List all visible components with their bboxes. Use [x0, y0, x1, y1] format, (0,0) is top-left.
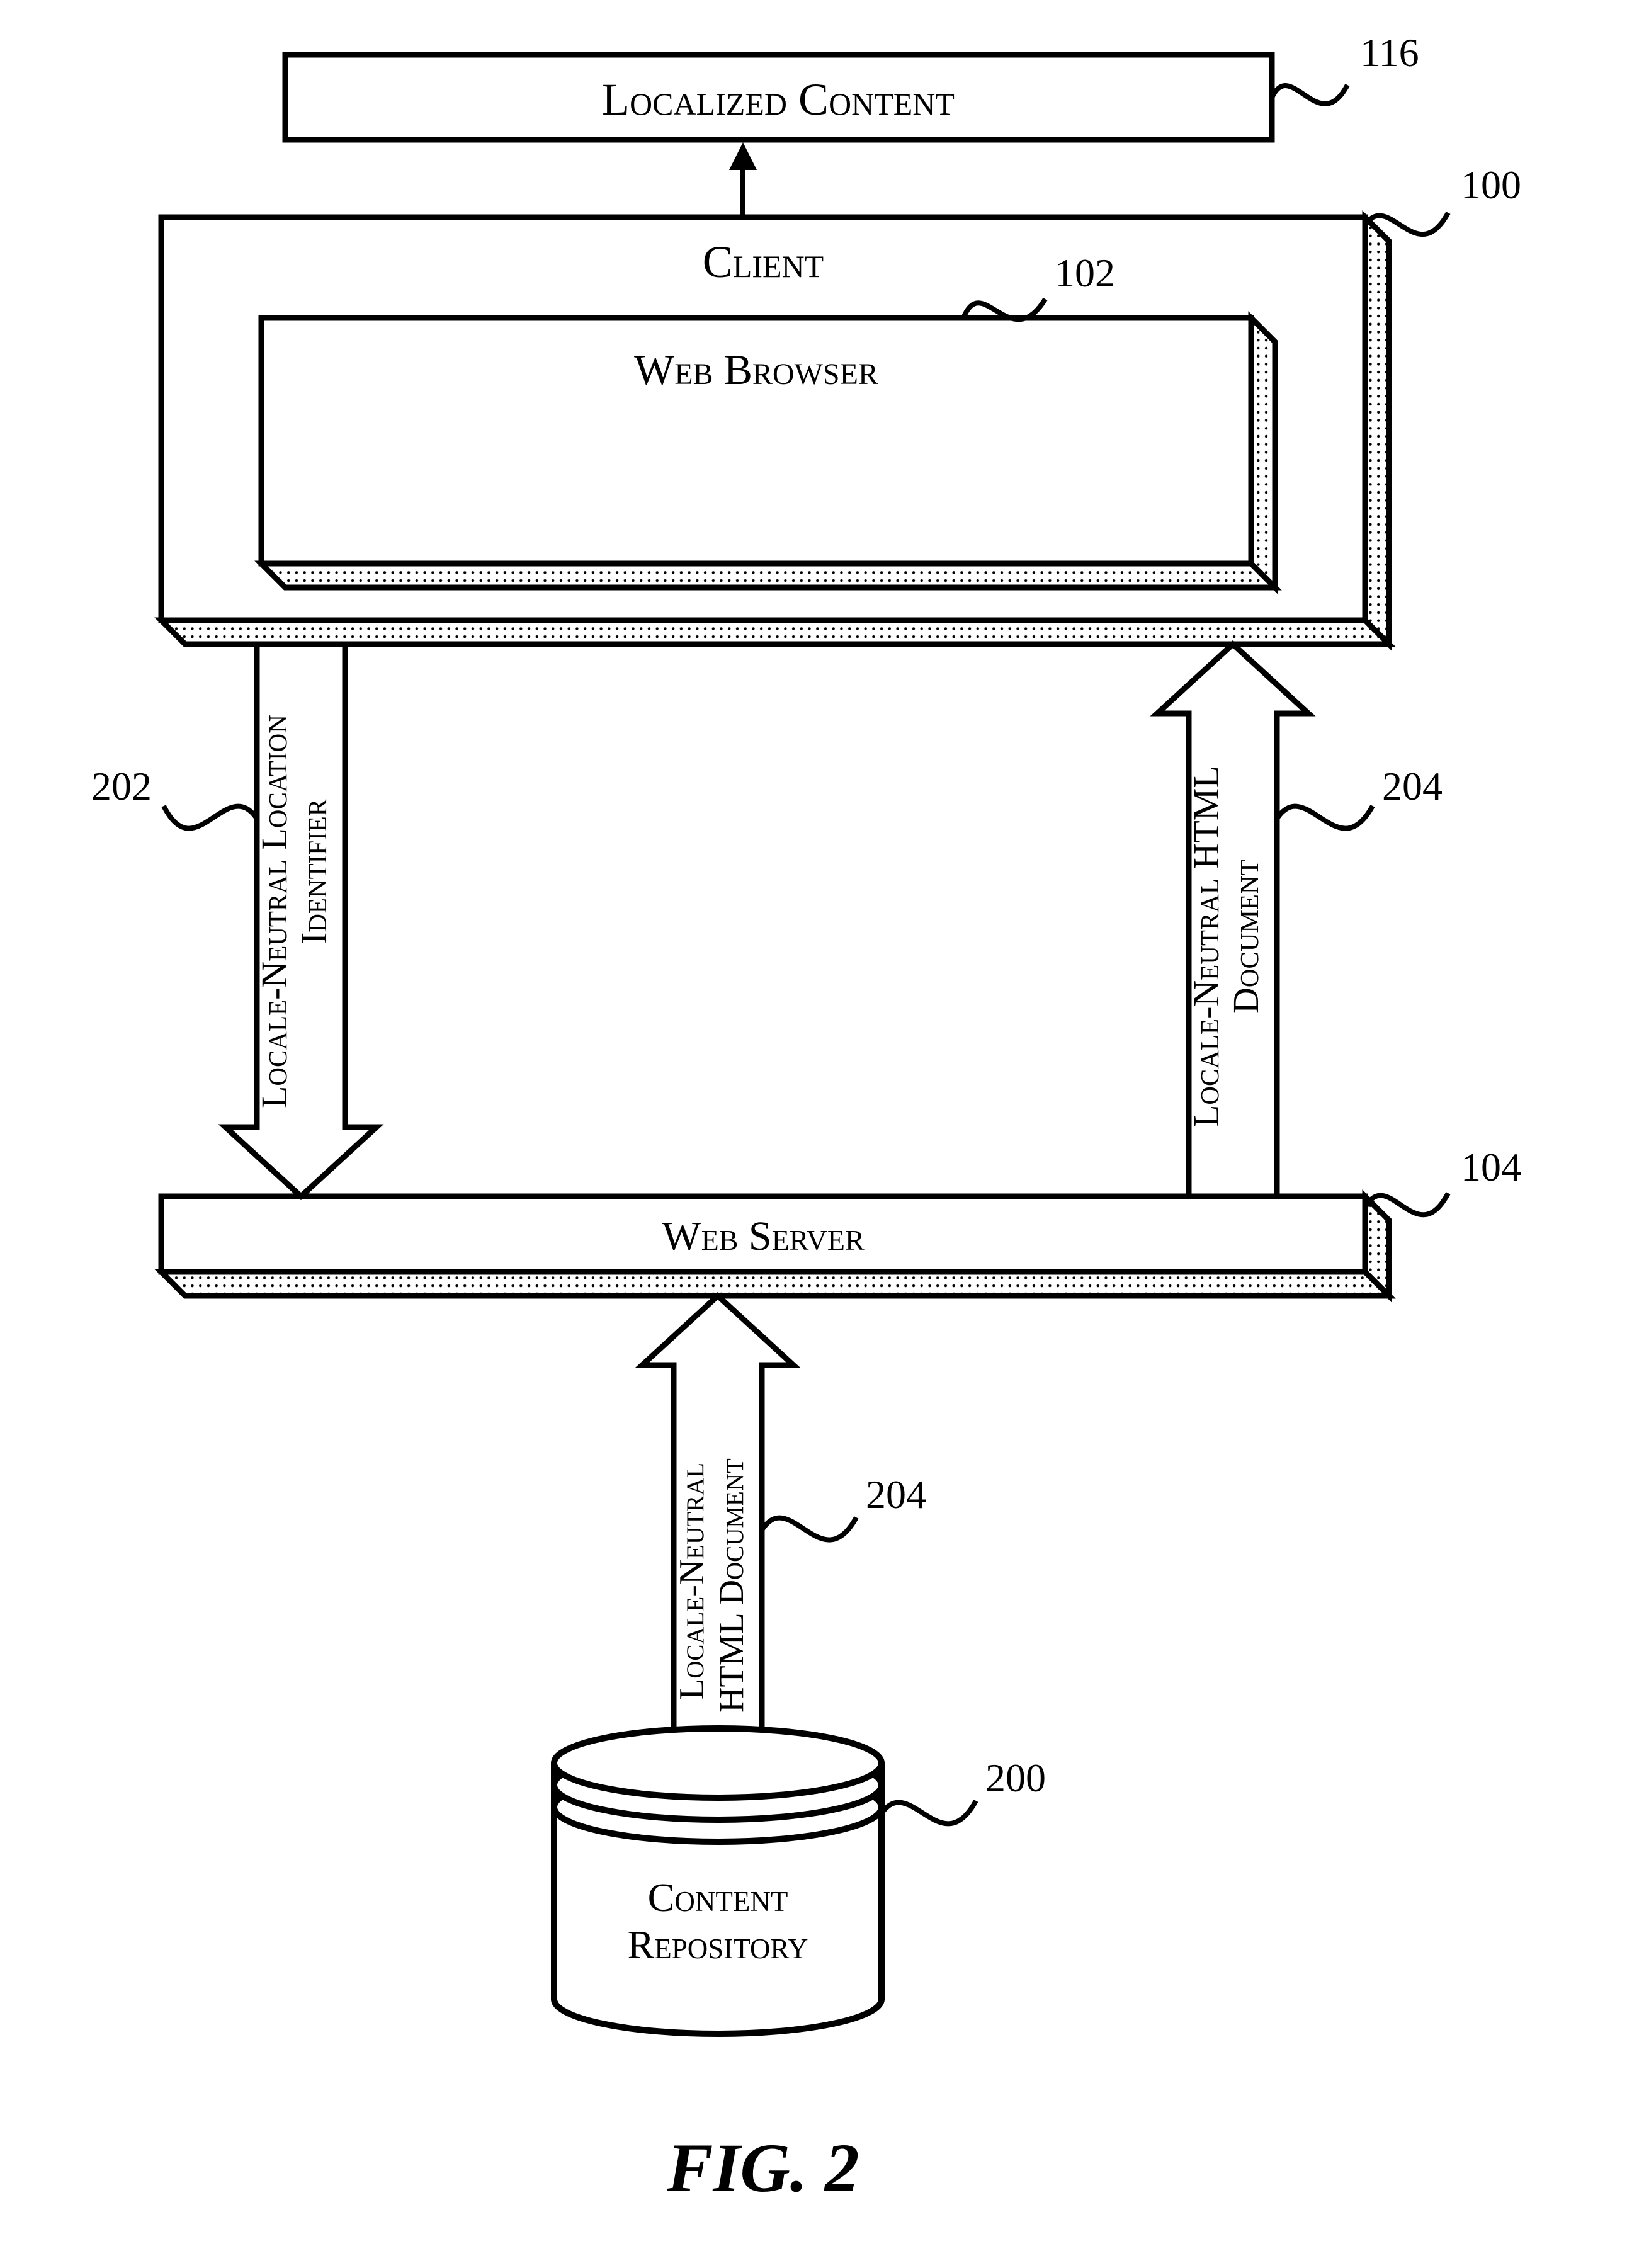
- svg-text:104: 104: [1461, 1145, 1521, 1189]
- web-server-label: Web Server: [662, 1213, 865, 1259]
- arrow-left-label-line1: Locale-Neutral Location: [254, 715, 295, 1108]
- svg-text:204: 204: [1382, 764, 1443, 808]
- ref-116: 116: [1272, 30, 1419, 104]
- svg-text:102: 102: [1055, 251, 1115, 295]
- arrow-right-label-line2: Document: [1225, 859, 1266, 1014]
- arrow-left-label-line2: Identifier: [293, 798, 334, 944]
- arrow-bottom-label-line1: Locale-Neutral: [672, 1463, 711, 1700]
- figure-svg: Localized Content 116 Client 100 Web Bro…: [0, 0, 1627, 2268]
- repo-label-l1: Content: [648, 1875, 788, 1920]
- arrow-right-label-line1: Locale-Neutral HTML: [1186, 766, 1227, 1127]
- ref-204-upper: 204: [1277, 764, 1443, 829]
- localized-content-box: Localized Content: [285, 55, 1272, 140]
- content-repository: Content Repository: [554, 1728, 882, 2034]
- ref-104: 104: [1365, 1145, 1521, 1215]
- figure-caption: FIG. 2: [666, 2129, 859, 2206]
- arrow-client-to-localized: [729, 142, 757, 217]
- ref-100: 100: [1365, 162, 1521, 234]
- arrow-bottom-label-line2: HTML Document: [712, 1458, 751, 1713]
- svg-text:204: 204: [866, 1472, 926, 1517]
- ref-200: 200: [882, 1755, 1046, 1823]
- ref-202: 202: [91, 764, 257, 829]
- svg-text:116: 116: [1360, 30, 1419, 75]
- svg-text:202: 202: [91, 764, 152, 808]
- arrow-repo-to-server: Locale-Neutral HTML Document: [642, 1296, 793, 1738]
- repo-label-l2: Repository: [628, 1922, 808, 1967]
- figure-page: Localized Content 116 Client 100 Web Bro…: [0, 0, 1627, 2268]
- client-label: Client: [703, 237, 824, 287]
- arrow-client-to-server: Locale-Neutral Location Identifier: [225, 644, 377, 1196]
- svg-text:200: 200: [985, 1755, 1046, 1800]
- ref-204-lower: 204: [762, 1472, 926, 1540]
- web-server-box: Web Server: [161, 1196, 1389, 1296]
- localized-content-label: Localized Content: [602, 74, 955, 125]
- web-browser-box: Web Browser: [261, 318, 1275, 587]
- arrow-server-to-client: Locale-Neutral HTML Document: [1157, 644, 1308, 1196]
- svg-text:100: 100: [1461, 162, 1521, 207]
- web-browser-label: Web Browser: [634, 346, 878, 394]
